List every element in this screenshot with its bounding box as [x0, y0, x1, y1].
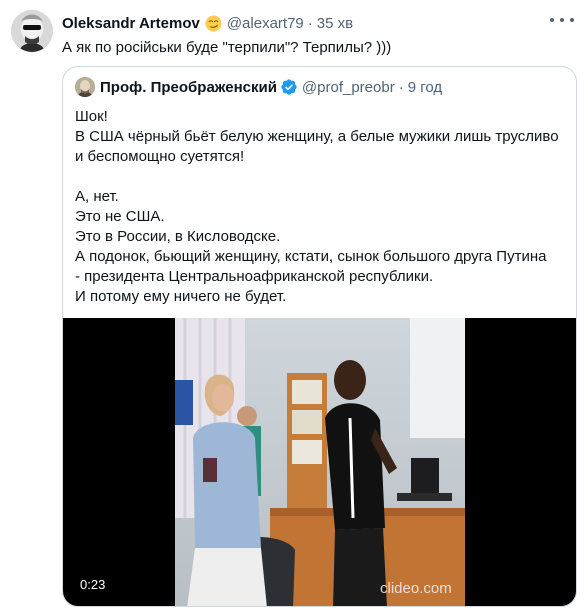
smirking-face-icon	[205, 14, 222, 32]
quoted-text-line: В США чёрный бьёт белую женщину, а белые…	[75, 128, 559, 145]
quoted-text-line: А подонок, бьющий женщину, кстати, сынок…	[75, 248, 547, 265]
quoted-avatar[interactable]	[75, 77, 95, 97]
separator-dot: ·	[398, 78, 404, 96]
tweet-timestamp[interactable]: 35 хв	[317, 15, 353, 32]
quoted-author-handle[interactable]: @prof_preobr	[302, 79, 395, 96]
quoted-text-line: А, нет.	[75, 188, 119, 205]
quoted-text-line: Это в России, в Кисловодске.	[75, 228, 281, 245]
verified-badge-icon	[281, 79, 297, 95]
avatar[interactable]	[11, 10, 53, 52]
quoted-timestamp[interactable]: 9 год	[408, 79, 442, 96]
quoted-avatar-image	[75, 77, 95, 97]
author-handle[interactable]: @alexart79	[227, 15, 304, 32]
ellipsis-icon	[550, 18, 554, 22]
tweet-text: А як по російськи буде "терпили"? Терпил…	[62, 39, 392, 56]
quoted-tweet[interactable]: Проф. Преображенский @prof_preobr · 9 го…	[62, 66, 577, 607]
quoted-text-line: Шок!	[75, 108, 108, 125]
video-player[interactable]: 0:23 clideo.com	[63, 318, 576, 606]
quoted-author-name[interactable]: Проф. Преображенский	[100, 79, 277, 96]
quoted-text-line: И потому ему ничего не будет.	[75, 288, 287, 305]
tweet-header: Oleksandr Artemov @alexart79 · 35 хв	[62, 13, 353, 33]
quoted-text: Шок! В США чёрный бьёт белую женщину, а …	[75, 107, 559, 307]
video-frame	[175, 318, 465, 606]
tweet[interactable]: Oleksandr Artemov @alexart79 · 35 хв А я…	[0, 0, 588, 611]
author-name[interactable]: Oleksandr Artemov	[62, 15, 200, 32]
quoted-text-line: Это не США.	[75, 208, 165, 225]
quoted-header: Проф. Преображенский @prof_preobr · 9 го…	[75, 77, 442, 97]
more-options-button[interactable]	[550, 13, 574, 27]
separator-dot: ·	[307, 14, 313, 32]
avatar-image	[11, 10, 53, 52]
quoted-text-line: - президента Центральноафриканской респу…	[75, 268, 434, 285]
video-thumbnail	[175, 318, 465, 606]
video-duration: 0:23	[80, 577, 106, 592]
video-watermark: clideo.com	[380, 580, 452, 597]
quoted-text-line: и беспомощно суетятся!	[75, 148, 245, 165]
